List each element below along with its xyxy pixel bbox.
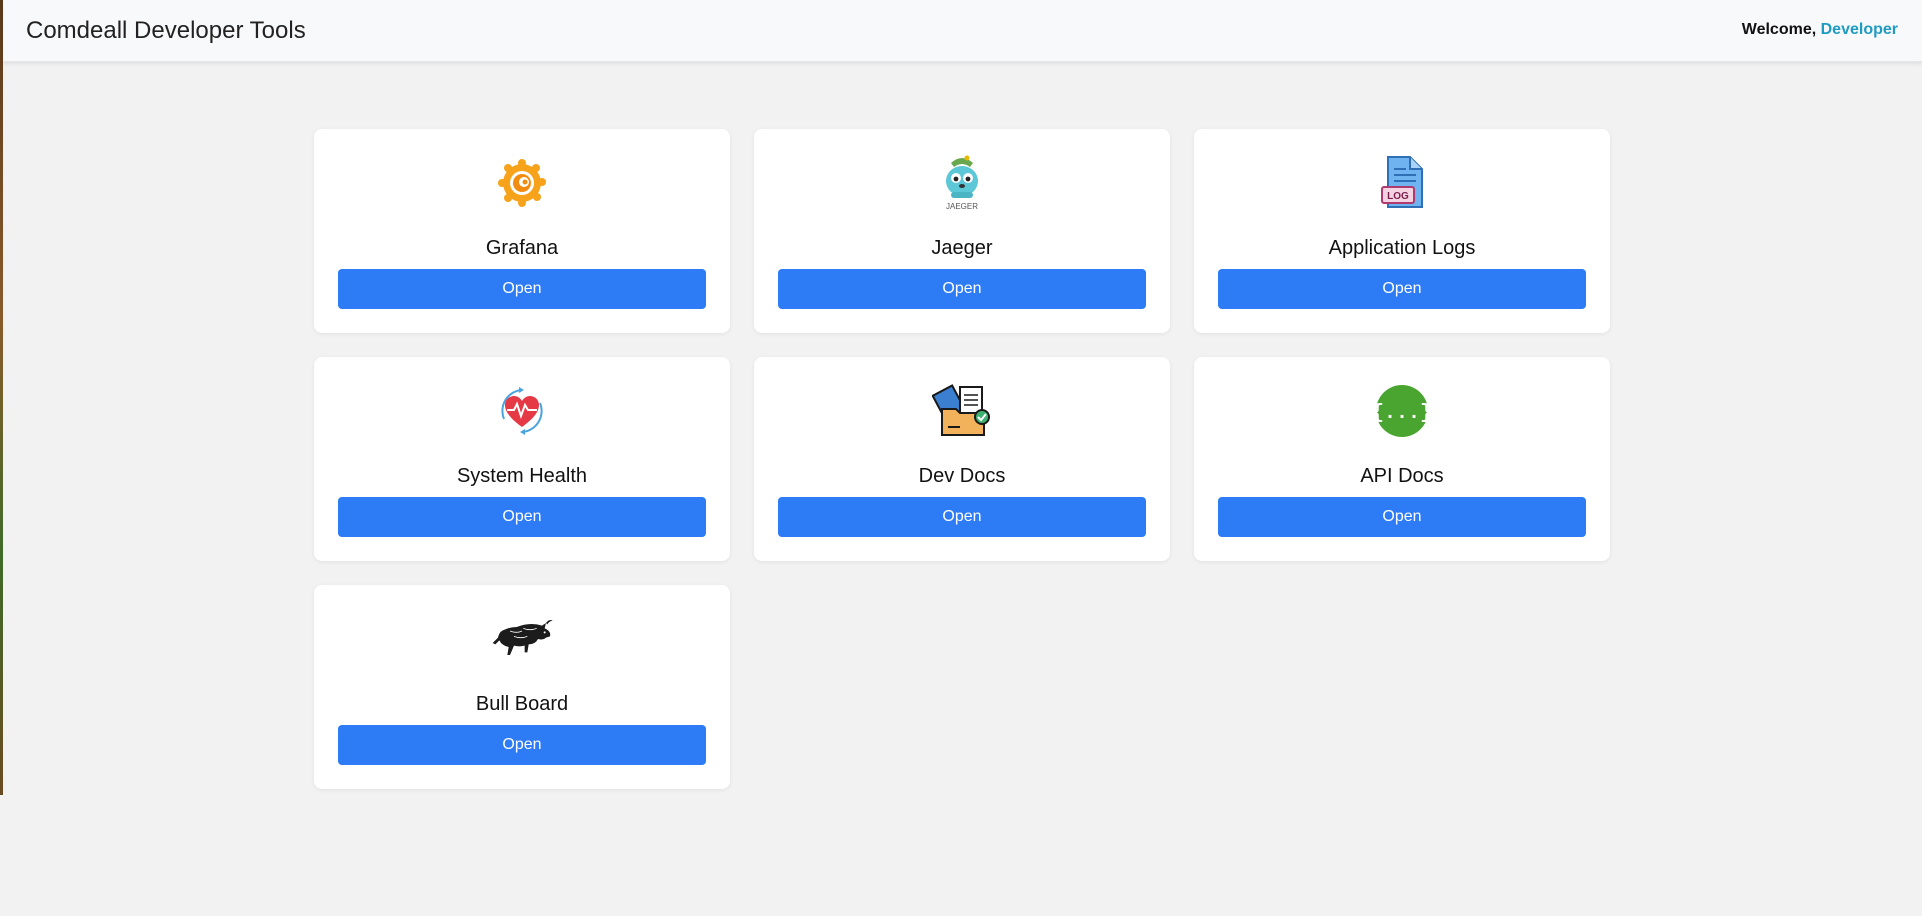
open-system-health-button[interactable]: Open: [338, 497, 706, 537]
log-caption: LOG: [1387, 191, 1409, 202]
bull-icon: [490, 607, 554, 671]
tool-title: Grafana: [485, 237, 559, 259]
api-caption: {...}: [1375, 402, 1429, 425]
tool-title: Dev Docs: [918, 465, 1006, 487]
tool-title: System Health: [456, 465, 588, 487]
app-title[interactable]: Comdeall Developer Tools: [26, 17, 306, 45]
tool-card-system-health: System Health Open: [314, 357, 730, 561]
tool-card-grafana: Grafana Open: [314, 129, 730, 333]
heart-pulse-icon: [490, 379, 554, 443]
welcome-label: Welcome,: [1741, 21, 1817, 38]
open-dev-docs-button[interactable]: Open: [778, 497, 1146, 537]
open-application-logs-button[interactable]: Open: [1218, 269, 1586, 309]
tools-grid: Grafana Open JAEGER Jaeger Open LOG Appl…: [314, 129, 1610, 789]
username: Developer: [1820, 21, 1898, 38]
top-navbar: Comdeall Developer Tools Welcome, Develo…: [3, 0, 1922, 62]
jaeger-caption: JAEGER: [946, 202, 978, 211]
tool-title: API Docs: [1360, 465, 1444, 487]
api-braces-icon: {...}: [1370, 379, 1434, 443]
tool-card-application-logs: LOG Application Logs Open: [1194, 129, 1610, 333]
tool-card-api-docs: {...} API Docs Open: [1194, 357, 1610, 561]
welcome-text: Welcome, Developer: [1742, 21, 1898, 39]
open-grafana-button[interactable]: Open: [338, 269, 706, 309]
window-edge: [0, 0, 3, 795]
jaeger-icon: JAEGER: [930, 151, 994, 215]
tool-title: Bull Board: [475, 693, 569, 715]
open-jaeger-button[interactable]: Open: [778, 269, 1146, 309]
log-file-icon: LOG: [1370, 151, 1434, 215]
tool-card-bull-board: Bull Board Open: [314, 585, 730, 789]
grafana-icon: [490, 151, 554, 215]
documents-folder-icon: [930, 379, 994, 443]
open-api-docs-button[interactable]: Open: [1218, 497, 1586, 537]
page: Comdeall Developer Tools Welcome, Develo…: [0, 0, 1922, 916]
tool-title: Jaeger: [931, 237, 993, 259]
tool-card-dev-docs: Dev Docs Open: [754, 357, 1170, 561]
tool-title: Application Logs: [1328, 237, 1476, 259]
open-bull-board-button[interactable]: Open: [338, 725, 706, 765]
tool-card-jaeger: JAEGER Jaeger Open: [754, 129, 1170, 333]
